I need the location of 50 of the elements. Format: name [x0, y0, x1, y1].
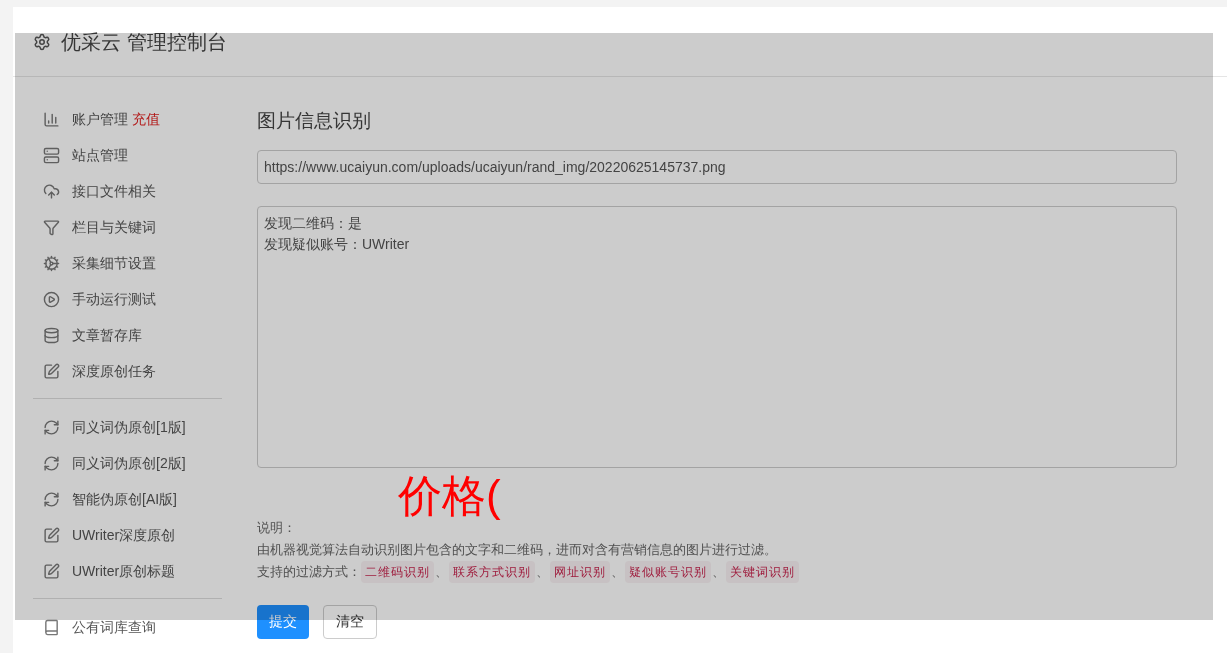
edit-icon	[43, 526, 60, 544]
sidebar-item[interactable]: UWriter深度原创	[72, 524, 176, 546]
filter-tag: 网址识别	[550, 560, 610, 583]
separator-text: 、	[712, 562, 725, 581]
sidebar-item[interactable]: 深度原创任务	[72, 360, 156, 382]
sidebar-item[interactable]: 手动运行测试	[72, 288, 156, 310]
sidebar-item[interactable]: 接口文件相关	[72, 180, 156, 202]
filter-icon	[43, 218, 60, 236]
recharge-link[interactable]: 充值	[132, 108, 160, 130]
refresh-icon	[43, 454, 60, 472]
section-title: 图片信息识别	[257, 109, 372, 133]
sidebar-item[interactable]: 智能伪原创[AI版]	[72, 488, 177, 510]
sidebar-item[interactable]: 栏目与关键词	[72, 216, 156, 238]
filter-tag: 关键词识别	[726, 560, 799, 583]
note-label: 说明：	[257, 518, 297, 537]
sidebar-item[interactable]: 站点管理	[72, 144, 128, 166]
overlay-text: 价格(	[398, 470, 501, 522]
server-icon	[43, 146, 60, 164]
separator-text: 、	[435, 562, 448, 581]
filter-tag: 二维码识别	[361, 560, 434, 583]
sidebar-item[interactable]: 同义词伪原创[1版]	[72, 416, 186, 438]
result-line: 发现疑似账号：UWriter	[264, 234, 411, 254]
settings-icon	[33, 32, 51, 51]
sidebar-item[interactable]: 公有词库查询	[72, 616, 156, 638]
clear-button[interactable]: 清空	[323, 604, 377, 639]
result-line: 发现二维码：是	[264, 213, 363, 233]
refresh-icon	[43, 490, 60, 508]
app-title: 优采云 管理控制台	[61, 29, 227, 55]
cloud-upload-icon	[43, 182, 60, 200]
gears-icon	[43, 254, 60, 272]
filter-tag: 联系方式识别	[449, 560, 535, 583]
sidebar-item[interactable]: 文章暂存库	[72, 324, 142, 346]
result-area[interactable]: 发现二维码：是 发现疑似账号：UWriter	[257, 205, 1177, 468]
sidebar-item[interactable]: 账户管理	[72, 108, 128, 130]
sidebar-item[interactable]: 采集细节设置	[72, 252, 156, 274]
filter-tag: 疑似账号识别	[625, 560, 711, 583]
refresh-icon	[43, 418, 60, 436]
separator-text: 、	[611, 562, 624, 581]
database-icon	[43, 326, 60, 344]
edit-icon	[43, 562, 60, 580]
separator-text: 、	[536, 562, 549, 581]
filters-label: 支持的过滤方式：	[257, 562, 361, 581]
sidebar-item[interactable]: UWriter原创标题	[72, 560, 176, 582]
play-icon	[43, 290, 60, 308]
book-icon	[43, 618, 60, 636]
url-field[interactable]: https://www.ucaiyun.com/uploads/ucaiyun/rand_img/20220625145737.png	[257, 149, 1177, 184]
sidebar-item[interactable]: 同义词伪原创[2版]	[72, 452, 186, 474]
edit-icon	[43, 362, 60, 380]
bar-chart-icon	[43, 110, 60, 128]
description-text: 由机器视觉算法自动识别图片包含的文字和二维码，进而对含有营销信息的图片进行过滤。	[257, 540, 778, 559]
